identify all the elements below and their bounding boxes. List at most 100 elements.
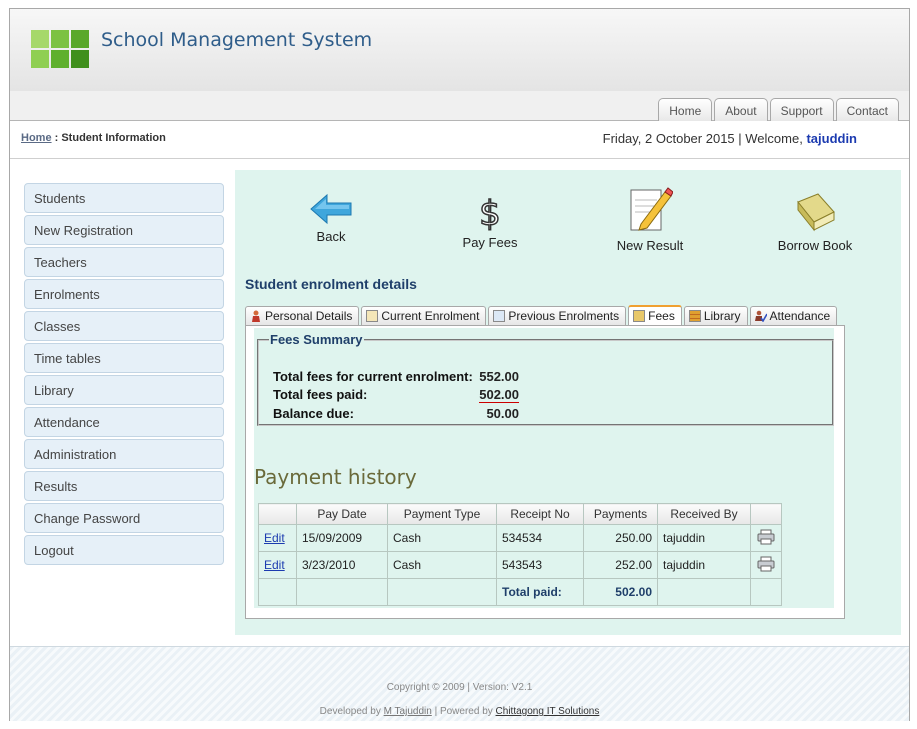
payment-history-title: Payment history [254,465,417,489]
payment-type-cell: Cash [387,524,497,552]
tab-current-enrolment-label: Current Enrolment [381,309,480,323]
tab-fees-label: Fees [648,309,675,323]
col-header-received-by: Received By [657,503,751,525]
new-result-action[interactable]: New Result [615,186,685,253]
breadcrumb: Home : Student Information [21,132,166,144]
edit-link[interactable]: Edit [264,558,285,572]
col-header-payment-type: Payment Type [387,503,497,525]
sidebar-item-library[interactable]: Library [24,375,224,405]
back-arrow-icon [310,193,352,225]
breadcrumb-home-link[interactable]: Home [21,132,52,144]
table-total-row: Total paid: 502.00 [258,578,782,606]
money-icon [633,310,646,322]
nav-home[interactable]: Home [658,98,713,121]
sidebar-item-students[interactable]: Students [24,183,224,213]
sidebar-item-new-registration[interactable]: New Registration [24,215,224,245]
sidebar-item-change-password[interactable]: Change Password [24,503,224,533]
powered-by-label: | Powered by [434,706,493,717]
payment-type-cell: Cash [387,551,497,579]
tab-library[interactable]: Library [683,306,748,325]
tab-previous-enrolments-label: Previous Enrolments [508,309,620,323]
username: tajuddin [806,131,857,146]
sidebar-item-classes[interactable]: Classes [24,311,224,341]
tab-previous-enrolments[interactable]: Previous Enrolments [488,306,627,325]
app-title: School Management System [101,29,373,51]
back-label: Back [316,229,346,244]
welcome-label: Welcome, [745,131,803,146]
edit-link[interactable]: Edit [264,531,285,545]
nav-support[interactable]: Support [769,98,834,121]
page-frame: School Management System Home About Supp… [9,8,910,721]
back-action[interactable]: Back [301,193,361,244]
col-header-pay-date: Pay Date [296,503,388,525]
info-separator: | [734,131,746,146]
date-welcome: Friday, 2 October 2015 | Welcome, tajudd… [603,131,857,146]
payment-amount-cell: 252.00 [583,551,658,579]
breadcrumb-separator: : [51,132,62,144]
section-title: Student enrolment details [245,276,417,292]
footer: Copyright © 2009 | Version: V2.1 Develop… [10,646,909,721]
current-date: Friday, 2 October 2015 [602,131,735,146]
borrow-book-action[interactable]: Borrow Book [775,190,855,253]
print-cell [750,551,782,579]
total-paid-value: 502.00 [583,578,658,606]
dollar-icon: $ [478,193,501,231]
form-list-icon [493,310,506,322]
fees-summary: Fees Summary Total fees for current enro… [257,332,834,426]
payment-history-table: Pay Date Payment Type Receipt No Payment… [258,503,782,606]
info-bar: Home : Student Information Friday, 2 Oct… [10,121,909,159]
borrow-book-label: Borrow Book [777,238,853,253]
col-header-payments: Payments [583,503,658,525]
total-paid-label: Total paid: [496,578,584,606]
form-icon [366,310,379,322]
balance-due-label: Balance due: [273,406,354,421]
col-header-receipt-no: Receipt No [496,503,584,525]
payment-amount-cell: 250.00 [583,524,658,552]
printer-icon[interactable] [757,529,775,545]
tab-attendance[interactable]: Attendance [749,306,838,325]
fees-paid-label: Total fees paid: [273,387,368,402]
table-header-row: Pay Date Payment Type Receipt No Payment… [258,503,782,525]
top-navbar: Home About Support Contact [10,91,909,121]
printer-icon[interactable] [757,556,775,572]
fees-paid-value: 502.00 [479,387,519,403]
pay-fees-label: Pay Fees [462,235,518,250]
sidebar-item-teachers[interactable]: Teachers [24,247,224,277]
sidebar-item-time-tables[interactable]: Time tables [24,343,224,373]
tab-personal-details[interactable]: Personal Details [245,306,360,325]
credits: Developed by M Tajuddin | Powered by Chi… [10,706,909,717]
main-content: Back $ Pay Fees New Result Borrow Book S… [235,170,901,635]
paper-pencil-icon [630,187,673,231]
nav-about[interactable]: About [714,98,768,121]
tab-library-label: Library [703,309,741,323]
person-icon [250,310,262,322]
books-icon [688,310,701,322]
print-cell [750,524,782,552]
check-person-icon [754,310,768,323]
sidebar-item-results[interactable]: Results [24,471,224,501]
tab-personal-details-label: Personal Details [265,309,353,323]
tab-attendance-label: Attendance [769,309,831,323]
book-icon [797,193,835,232]
pay-date-cell: 3/23/2010 [296,551,388,579]
nav-contact[interactable]: Contact [835,98,899,121]
sidebar: Students New Registration Teachers Enrol… [24,183,224,567]
table-row: Edit 15/09/2009 Cash 534534 250.00 tajud… [258,524,782,552]
developer-link[interactable]: M Tajuddin [384,706,432,717]
col-header-action [258,503,297,525]
company-link[interactable]: Chittagong IT Solutions [496,706,600,717]
received-by-cell: tajuddin [657,551,751,579]
tab-fees[interactable]: Fees [628,305,682,325]
tab-current-enrolment[interactable]: Current Enrolment [361,306,487,325]
total-fees-value: 552.00 [479,369,519,384]
sidebar-item-administration[interactable]: Administration [24,439,224,469]
svg-text:$: $ [479,194,501,231]
sidebar-item-logout[interactable]: Logout [24,535,224,565]
sidebar-item-attendance[interactable]: Attendance [24,407,224,437]
fees-summary-legend: Fees Summary [270,332,363,347]
table-row: Edit 3/23/2010 Cash 543543 252.00 tajudd… [258,551,782,579]
pay-fees-action[interactable]: $ Pay Fees [460,193,520,250]
sidebar-item-enrolments[interactable]: Enrolments [24,279,224,309]
balance-due-value: 50.00 [486,406,519,421]
breadcrumb-current: Student Information [61,132,166,144]
